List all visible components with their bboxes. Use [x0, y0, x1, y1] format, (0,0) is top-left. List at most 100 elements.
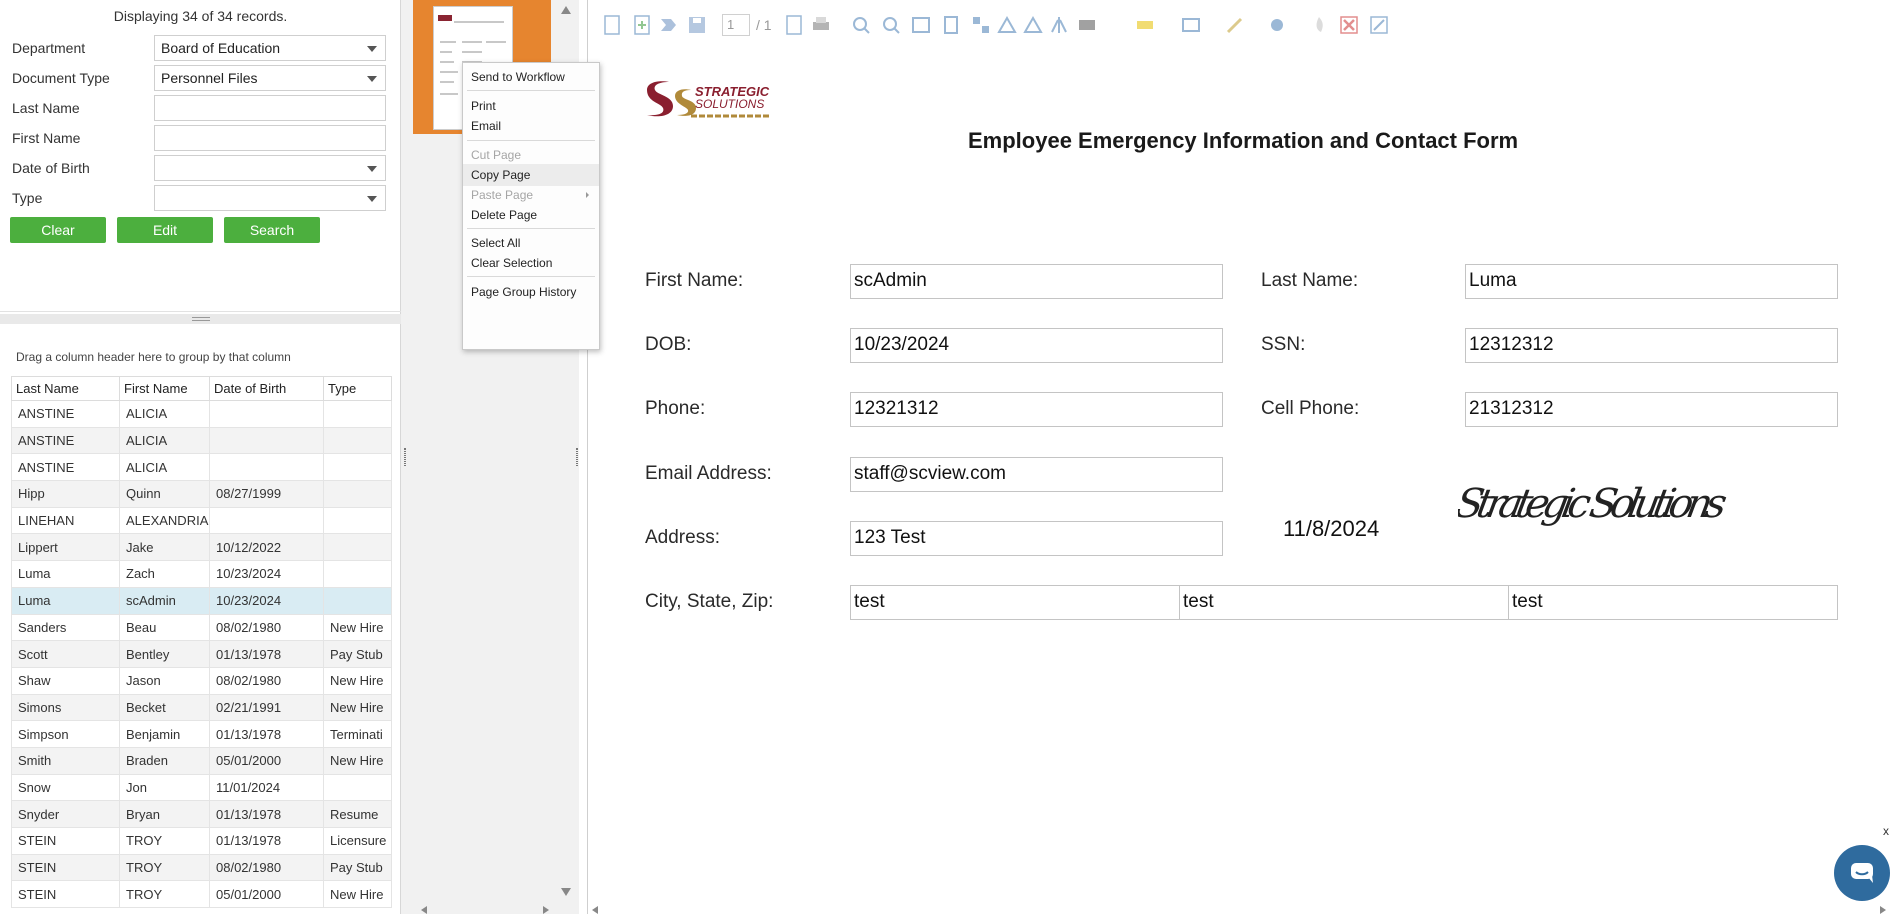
cell-date-of-birth: 01/13/1978 — [209, 800, 324, 828]
menu-email[interactable]: Email — [463, 115, 599, 137]
menu-cut-page[interactable]: Cut Page — [463, 144, 599, 166]
table-row[interactable]: Shaw Jason 08/02/1980 New Hire — [11, 666, 392, 695]
ssn-field[interactable]: 12312312 — [1465, 328, 1838, 363]
cell-type: New Hire — [323, 746, 392, 775]
table-row[interactable]: Lippert Jake 10/12/2022 — [11, 533, 392, 562]
scroll-up-icon[interactable] — [561, 6, 571, 14]
new-page-icon[interactable] — [601, 14, 623, 36]
zoom-out-icon[interactable] — [880, 14, 902, 36]
splitter-grip-icon[interactable] — [576, 448, 578, 466]
table-row[interactable]: Luma scAdmin 10/23/2024 — [11, 586, 392, 615]
fit-icon[interactable] — [910, 14, 932, 36]
menu-send-to-workflow[interactable]: Send to Workflow — [463, 66, 599, 88]
search-button[interactable]: Search — [224, 217, 320, 243]
table-row[interactable]: LINEHAN ALEXANDRIA — [11, 506, 392, 535]
table-row[interactable]: STEIN TROY 01/13/1978 Licensure — [11, 827, 392, 855]
cell-first-name: TROY — [119, 853, 210, 882]
thumbnails-icon[interactable] — [970, 14, 992, 36]
type-select[interactable] — [154, 185, 386, 211]
table-row[interactable]: STEIN TROY 05/01/2000 New Hire — [11, 880, 392, 909]
rotate-left-icon[interactable] — [996, 14, 1018, 36]
cell-phone-field[interactable]: 21312312 — [1465, 392, 1838, 427]
scroll-down-icon[interactable] — [561, 888, 571, 896]
rotate-right-icon[interactable] — [1022, 14, 1044, 36]
menu-print[interactable]: Print — [463, 95, 599, 117]
column-header-date-of-birth[interactable]: Date of Birth — [209, 376, 324, 401]
cell-last-name: Sanders — [11, 613, 120, 642]
state-field[interactable]: test — [1179, 585, 1509, 620]
document-type-select[interactable]: Personnel Files — [154, 65, 386, 91]
print-icon[interactable] — [810, 14, 832, 36]
scroll-right-icon[interactable] — [543, 906, 549, 914]
chat-widget-button[interactable] — [1834, 845, 1890, 901]
page-nav-icon[interactable] — [783, 14, 805, 36]
edit-button[interactable]: Edit — [117, 217, 213, 243]
menu-page-group-history[interactable]: Page Group History — [463, 281, 599, 303]
menu-clear-selection[interactable]: Clear Selection — [463, 252, 599, 274]
table-row[interactable]: Snow Jon 11/01/2024 — [11, 773, 392, 802]
table-row[interactable]: Simons Becket 02/21/1991 New Hire — [11, 693, 392, 722]
zip-field[interactable]: test — [1508, 585, 1838, 620]
first-name-input[interactable] — [154, 125, 386, 151]
table-row[interactable]: Luma Zach 10/23/2024 — [11, 560, 392, 588]
edit-icon[interactable] — [1368, 14, 1390, 36]
chevron-down-icon — [367, 166, 377, 172]
delete-icon[interactable] — [1338, 14, 1360, 36]
department-select[interactable]: Board of Education — [154, 35, 386, 61]
splitter-grip-icon[interactable] — [404, 448, 406, 466]
menu-select-all[interactable]: Select All — [463, 232, 599, 254]
redact-icon[interactable] — [1076, 14, 1098, 36]
send-icon[interactable] — [658, 14, 680, 36]
last-name-field-label: Last Name: — [1261, 270, 1359, 291]
table-row[interactable]: Simpson Benjamin 01/13/1978 Terminati — [11, 720, 392, 748]
stamp-icon[interactable] — [1266, 14, 1288, 36]
menu-copy-page[interactable]: Copy Page — [463, 164, 599, 186]
pen-icon[interactable] — [1224, 14, 1246, 36]
clear-button[interactable]: Clear — [10, 217, 106, 243]
document-type-value: Personnel Files — [161, 70, 258, 86]
text-icon[interactable] — [1180, 14, 1202, 36]
date-of-birth-select[interactable] — [154, 155, 386, 181]
address-field[interactable]: 123 Test — [850, 521, 1223, 556]
cell-type — [323, 426, 392, 455]
table-row[interactable]: STEIN TROY 08/02/1980 Pay Stub — [11, 853, 392, 882]
city-field[interactable]: test — [850, 585, 1180, 620]
cell-last-name: Shaw — [11, 666, 120, 695]
highlight-icon[interactable] — [1134, 14, 1156, 36]
table-row[interactable]: Smith Braden 05/01/2000 New Hire — [11, 746, 392, 775]
page-icon[interactable] — [940, 14, 962, 36]
last-name-input[interactable] — [154, 95, 386, 121]
splitter-grip-icon[interactable] — [192, 317, 210, 321]
table-row[interactable]: Hipp Quinn 08/27/1999 — [11, 480, 392, 508]
table-row[interactable]: ANSTINE ALICIA — [11, 426, 392, 455]
add-page-icon[interactable] — [631, 14, 653, 36]
page-number-input[interactable]: 1 — [722, 14, 750, 36]
column-header-type[interactable]: Type — [323, 376, 392, 401]
scroll-left-icon[interactable] — [592, 906, 598, 914]
cell-first-name: Becket — [119, 693, 210, 722]
chat-close-button[interactable]: x — [1883, 824, 1889, 838]
zoom-in-icon[interactable] — [850, 14, 872, 36]
dob-field[interactable]: 10/23/2024 — [850, 328, 1223, 363]
cell-last-name: Snyder — [11, 800, 120, 828]
table-row[interactable]: Sanders Beau 08/02/1980 New Hire — [11, 613, 392, 642]
table-row[interactable]: Snyder Bryan 01/13/1978 Resume — [11, 800, 392, 828]
email-field[interactable]: staff@scview.com — [850, 457, 1223, 492]
flip-icon[interactable] — [1048, 14, 1070, 36]
last-name-field[interactable]: Luma — [1465, 264, 1838, 299]
scroll-right-icon[interactable] — [1880, 906, 1886, 914]
first-name-field[interactable]: scAdmin — [850, 264, 1223, 299]
phone-field[interactable]: 12321312 — [850, 392, 1223, 427]
table-row[interactable]: ANSTINE ALICIA — [11, 453, 392, 482]
menu-paste-page[interactable]: Paste Page — [463, 184, 599, 206]
cell-type: Licensure — [323, 827, 392, 855]
save-icon[interactable] — [686, 14, 708, 36]
column-header-first-name[interactable]: First Name — [119, 376, 210, 401]
menu-delete-page[interactable]: Delete Page — [463, 204, 599, 226]
svg-text:SOLUTIONS: SOLUTIONS — [695, 97, 764, 111]
fire-icon[interactable] — [1308, 14, 1330, 36]
table-row[interactable]: ANSTINE ALICIA — [11, 400, 392, 428]
scroll-left-icon[interactable] — [421, 906, 427, 914]
table-row[interactable]: Scott Bentley 01/13/1978 Pay Stub — [11, 640, 392, 668]
column-header-last-name[interactable]: Last Name — [11, 376, 120, 401]
